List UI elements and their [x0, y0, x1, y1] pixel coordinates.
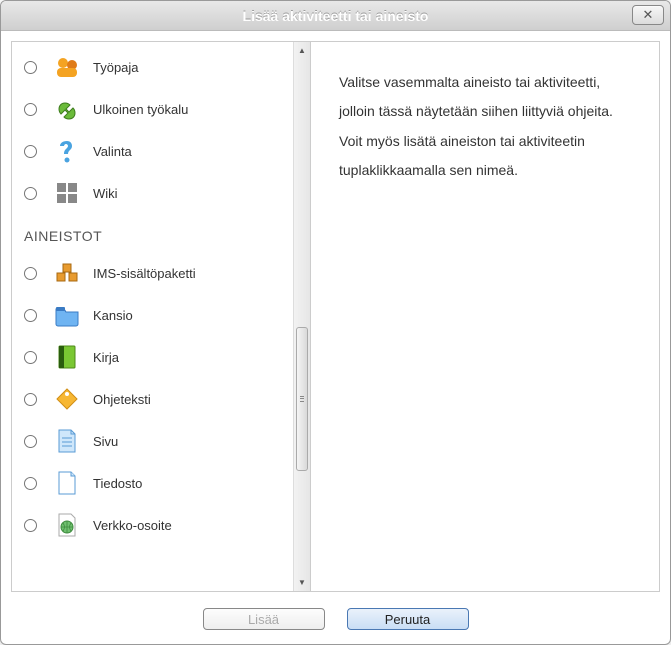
list-item[interactable]: Tiedosto: [12, 462, 293, 504]
item-radio[interactable]: [24, 103, 37, 116]
item-radio[interactable]: [24, 267, 37, 280]
external-tool-icon: [53, 95, 81, 123]
item-radio[interactable]: [24, 61, 37, 74]
list-item[interactable]: Kansio: [12, 294, 293, 336]
item-radio[interactable]: [24, 393, 37, 406]
scroll-up-arrow[interactable]: ▲: [294, 42, 310, 59]
close-icon: ✕: [643, 7, 654, 23]
list-item[interactable]: Ohjeteksti: [12, 378, 293, 420]
scroll-down-arrow[interactable]: ▼: [294, 574, 310, 591]
scrollbar: ▲ ▼: [293, 42, 310, 591]
ims-icon: [53, 259, 81, 287]
url-icon: [53, 511, 81, 539]
scroll-track[interactable]: [294, 59, 310, 574]
item-radio[interactable]: [24, 145, 37, 158]
item-label: Kirja: [93, 350, 119, 365]
activity-list[interactable]: Työpaja Ulkoinen työkalu Valinta Wiki AINEIS…: [12, 42, 293, 591]
help-panel: Valitse vasemmalta aineisto tai aktivite…: [311, 41, 660, 592]
list-item[interactable]: Kirja: [12, 336, 293, 378]
list-item[interactable]: Wiki: [12, 172, 293, 214]
list-item[interactable]: Työpaja: [12, 46, 293, 88]
close-button[interactable]: ✕: [632, 5, 664, 25]
item-radio[interactable]: [24, 351, 37, 364]
item-label: Sivu: [93, 434, 118, 449]
help-text: Valitse vasemmalta aineisto tai aktivite…: [339, 68, 631, 186]
folder-icon: [53, 301, 81, 329]
item-radio[interactable]: [24, 477, 37, 490]
list-item[interactable]: Ulkoinen työkalu: [12, 88, 293, 130]
item-label: Ulkoinen työkalu: [93, 102, 188, 117]
list-item[interactable]: IMS-sisältöpaketti: [12, 252, 293, 294]
file-icon: [53, 469, 81, 497]
wiki-icon: [53, 179, 81, 207]
item-label: IMS-sisältöpaketti: [93, 266, 196, 281]
list-item[interactable]: Verkko-osoite: [12, 504, 293, 546]
item-radio[interactable]: [24, 309, 37, 322]
choice-icon: [53, 137, 81, 165]
dialog-title: Lisää aktiviteetti tai aineisto: [243, 8, 429, 24]
cancel-button-label: Peruuta: [385, 612, 431, 627]
resources-heading: AINEISTOT: [12, 214, 293, 252]
item-label: Ohjeteksti: [93, 392, 151, 407]
scroll-thumb[interactable]: [296, 327, 308, 471]
add-button[interactable]: Lisää: [203, 608, 325, 630]
item-radio[interactable]: [24, 187, 37, 200]
left-column: Työpaja Ulkoinen työkalu Valinta Wiki AINEIS…: [11, 41, 311, 592]
item-radio[interactable]: [24, 519, 37, 532]
dialog-body: Työpaja Ulkoinen työkalu Valinta Wiki AINEIS…: [1, 31, 670, 602]
workshop-icon: [53, 53, 81, 81]
cancel-button[interactable]: Peruuta: [347, 608, 469, 630]
item-radio[interactable]: [24, 435, 37, 448]
label-icon: [53, 385, 81, 413]
item-label: Työpaja: [93, 60, 139, 75]
activity-chooser-dialog: Lisää aktiviteetti tai aineisto ✕ Työpaj…: [0, 0, 671, 645]
dialog-titlebar: Lisää aktiviteetti tai aineisto ✕: [1, 1, 670, 31]
list-item[interactable]: Valinta: [12, 130, 293, 172]
book-icon: [53, 343, 81, 371]
item-label: Valinta: [93, 144, 132, 159]
item-label: Kansio: [93, 308, 133, 323]
dialog-footer: Lisää Peruuta: [1, 602, 670, 644]
add-button-label: Lisää: [248, 612, 279, 627]
item-label: Tiedosto: [93, 476, 142, 491]
page-icon: [53, 427, 81, 455]
list-item[interactable]: Sivu: [12, 420, 293, 462]
item-label: Verkko-osoite: [93, 518, 172, 533]
item-label: Wiki: [93, 186, 118, 201]
